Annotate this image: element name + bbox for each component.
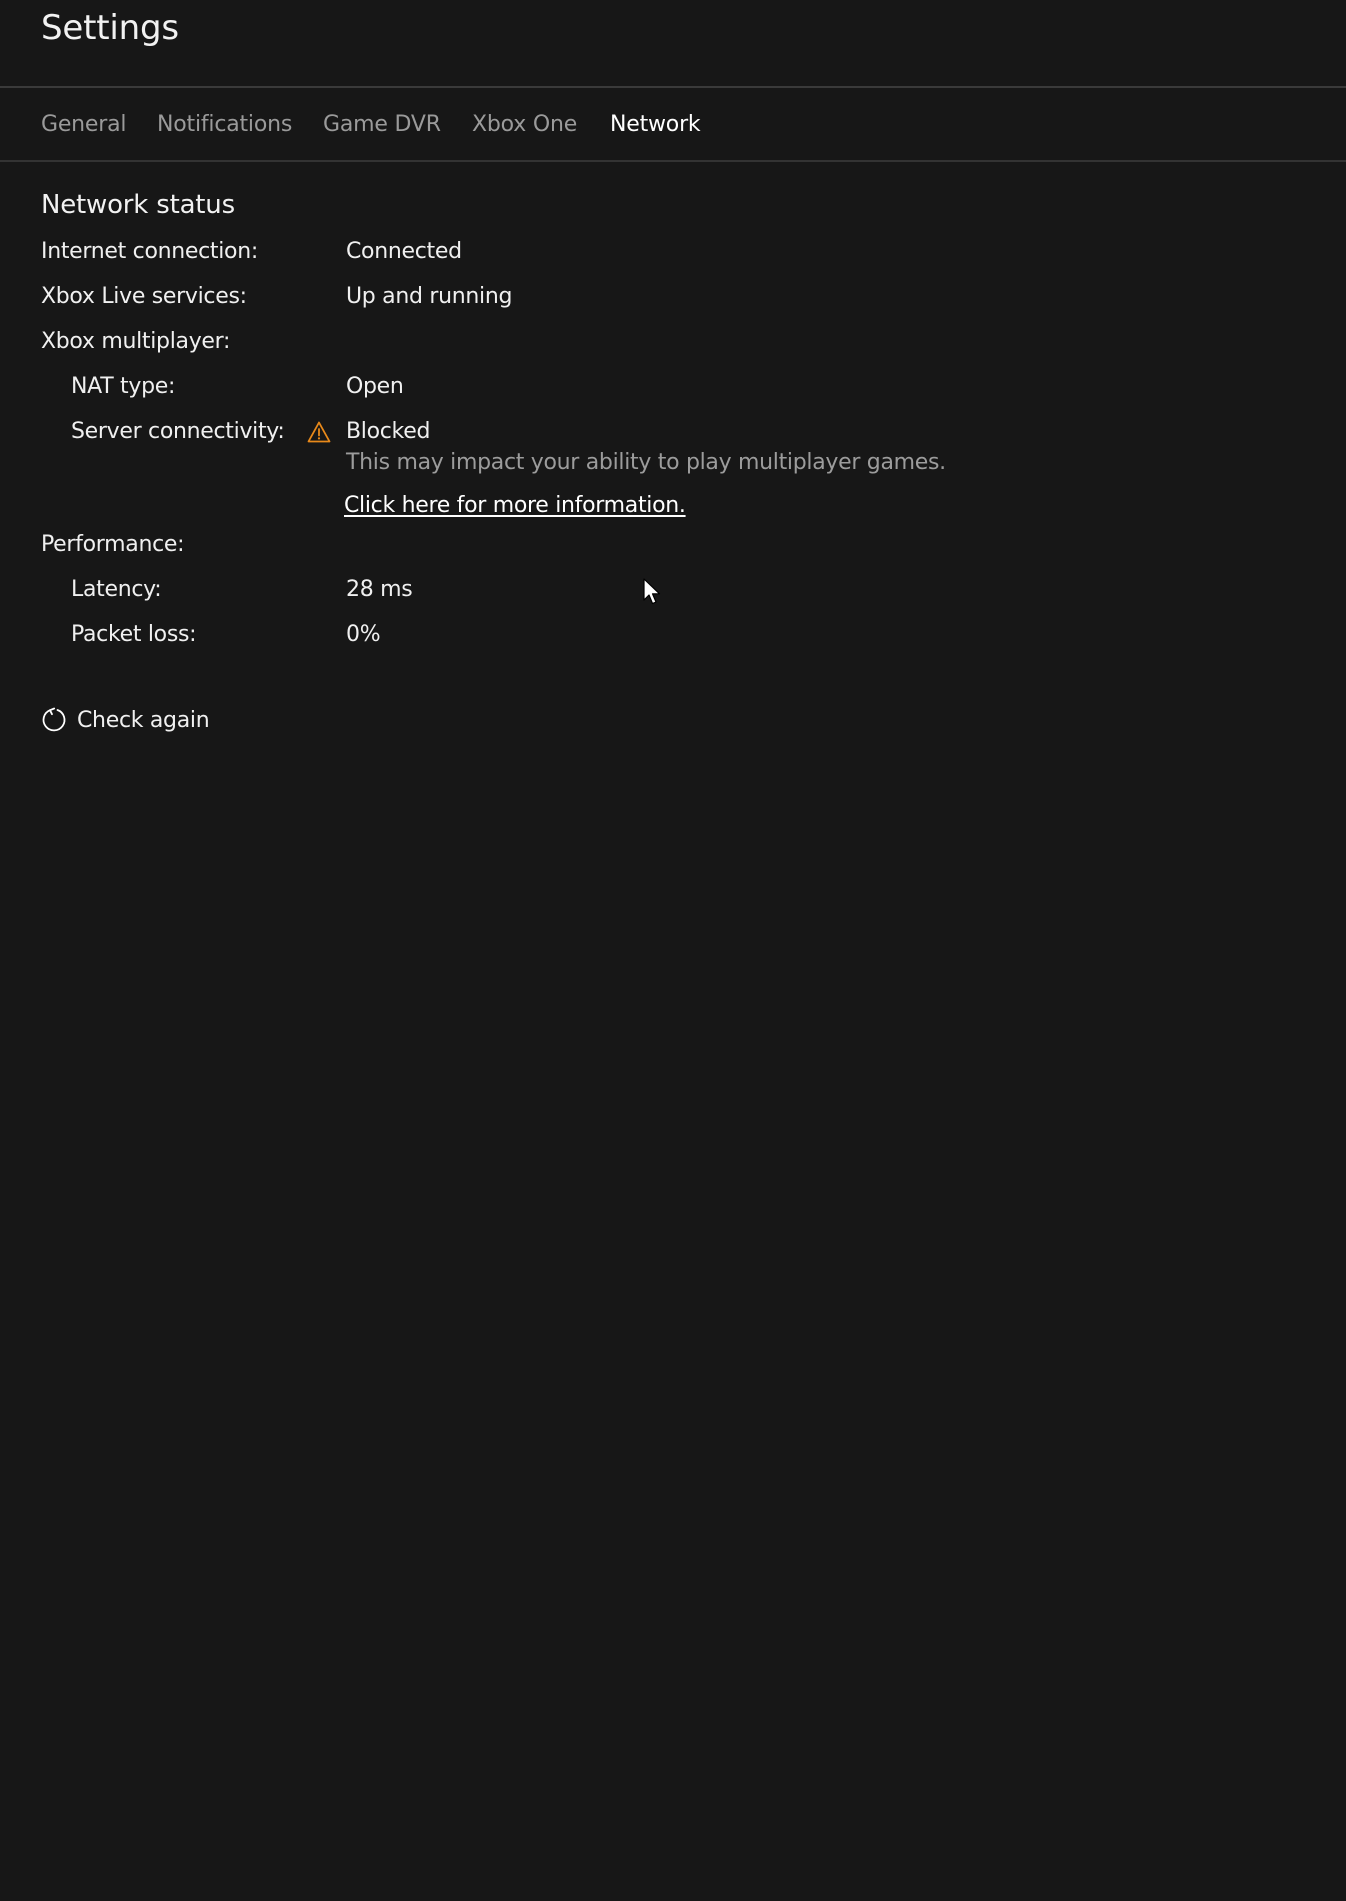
internet-connection-label: Internet connection: (41, 239, 258, 264)
xbox-multiplayer-label: Xbox multiplayer: (41, 329, 231, 354)
mouse-pointer-icon (643, 578, 661, 605)
page-title: Settings (41, 8, 179, 48)
network-status-heading: Network status (41, 190, 235, 220)
tab-notifications[interactable]: Notifications (157, 112, 292, 137)
check-again-button[interactable]: Check again (41, 705, 210, 735)
latency-value: 28 ms (346, 577, 413, 602)
internet-connection-value: Connected (346, 239, 462, 264)
packet-loss-label: Packet loss: (71, 622, 197, 647)
performance-label: Performance: (41, 532, 185, 557)
check-again-label: Check again (77, 707, 210, 733)
tab-bar: General Notifications Game DVR Xbox One … (0, 88, 1346, 162)
tab-general[interactable]: General (41, 112, 127, 137)
server-connectivity-label: Server connectivity: (71, 419, 285, 444)
xbox-live-services-value: Up and running (346, 284, 513, 309)
more-information-link[interactable]: Click here for more information. (344, 493, 686, 518)
refresh-icon (42, 707, 66, 732)
warning-triangle-icon (307, 421, 331, 443)
server-connectivity-note: This may impact your ability to play mul… (346, 450, 946, 475)
header: Settings (0, 0, 1346, 88)
nat-type-value: Open (346, 374, 404, 399)
tab-network[interactable]: Network (610, 112, 701, 137)
tab-game-dvr[interactable]: Game DVR (323, 112, 441, 137)
server-connectivity-value: Blocked (346, 419, 431, 444)
packet-loss-value: 0% (346, 622, 381, 647)
tab-xbox-one[interactable]: Xbox One (472, 112, 577, 137)
latency-label: Latency: (71, 577, 162, 602)
nat-type-label: NAT type: (71, 374, 176, 399)
xbox-live-services-label: Xbox Live services: (41, 284, 247, 309)
